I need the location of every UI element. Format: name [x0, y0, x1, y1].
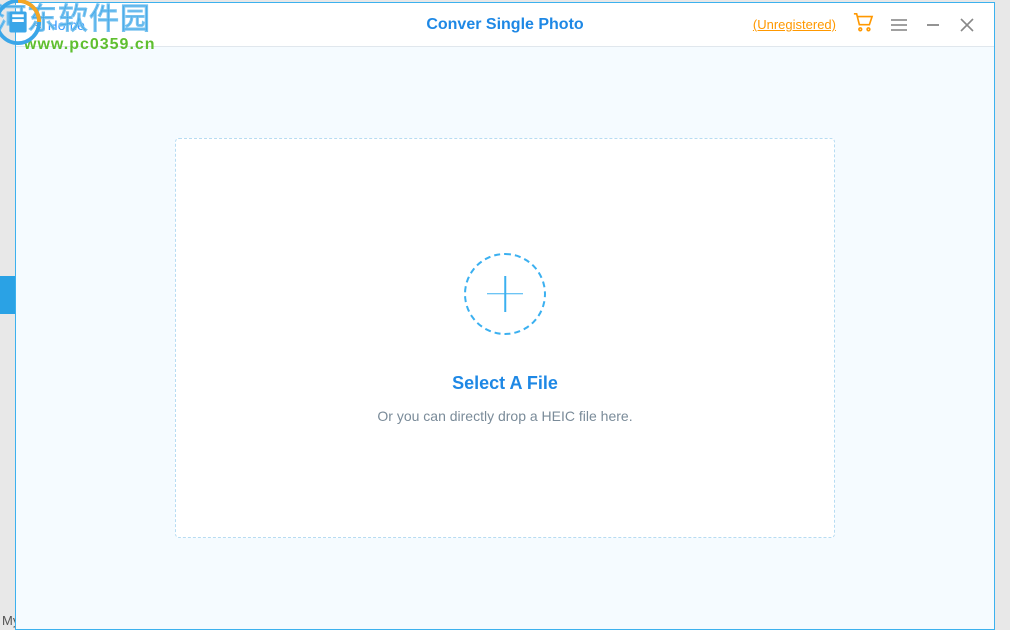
title-bar-right: (Unregistered) [753, 12, 976, 37]
back-arrow-icon: < [34, 17, 42, 32]
title-bar: < Home Conver Single Photo (Unregistered… [16, 3, 994, 47]
add-file-icon [464, 253, 546, 335]
menu-icon[interactable] [890, 16, 908, 34]
plus-icon [487, 276, 523, 312]
cart-icon[interactable] [852, 12, 874, 37]
home-button[interactable]: < Home [34, 17, 85, 33]
page-title: Conver Single Photo [426, 16, 583, 34]
close-icon[interactable] [958, 16, 976, 34]
select-file-subtitle: Or you can directly drop a HEIC file her… [377, 408, 632, 424]
app-window: < Home Conver Single Photo (Unregistered… [15, 2, 995, 630]
background-sidebar-fragment [0, 276, 15, 314]
content-area: Select A File Or you can directly drop a… [16, 47, 994, 629]
minimize-icon[interactable] [924, 16, 942, 34]
unregistered-link[interactable]: (Unregistered) [753, 17, 836, 32]
select-file-title: Select A File [452, 373, 558, 394]
home-label: Home [48, 17, 85, 33]
file-drop-zone[interactable]: Select A File Or you can directly drop a… [175, 138, 835, 538]
